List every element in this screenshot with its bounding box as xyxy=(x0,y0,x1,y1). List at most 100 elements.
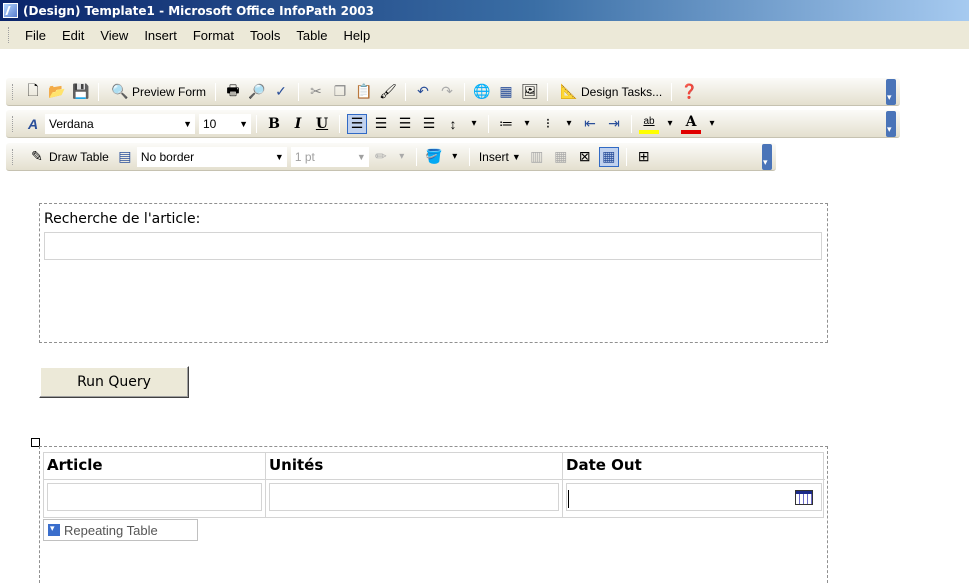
spelling-icon[interactable]: ✓ xyxy=(271,82,291,102)
toolbar-options-chevron[interactable] xyxy=(886,78,896,105)
font-size-combo[interactable]: 10 ▼ xyxy=(199,113,251,134)
column-header-unites: Unités xyxy=(266,453,563,480)
design-tasks-button[interactable]: 📐 Design Tasks... xyxy=(553,80,666,104)
text-caret xyxy=(568,490,569,508)
draw-table-button[interactable]: ✎ Draw Table xyxy=(21,145,113,169)
insert-table-icon[interactable]: ▦ xyxy=(496,82,516,102)
chevron-down-icon[interactable]: ▾ xyxy=(448,147,462,167)
delete-table-icon[interactable]: ⊠ xyxy=(575,147,595,167)
chevron-down-icon[interactable]: ▾ xyxy=(520,114,534,134)
article-input[interactable] xyxy=(47,483,262,511)
print-preview-icon[interactable]: 🔎 xyxy=(247,82,267,102)
toolbar-grip[interactable] xyxy=(12,83,15,100)
underline-button[interactable]: U xyxy=(312,114,332,134)
font-color-icon[interactable]: A xyxy=(681,114,701,134)
toolbar-options-chevron[interactable] xyxy=(762,143,772,170)
chevron-down-icon[interactable]: ▾ xyxy=(663,114,677,134)
bold-button[interactable]: B xyxy=(264,114,284,134)
repeating-table-label: Repeating Table xyxy=(64,522,158,538)
copy-icon[interactable]: ❐ xyxy=(330,82,350,102)
menu-edit[interactable]: Edit xyxy=(54,26,92,45)
cut-icon[interactable]: ✂ xyxy=(306,82,326,102)
separator xyxy=(405,82,407,101)
separator xyxy=(215,82,217,101)
new-icon[interactable]: 🗋 xyxy=(23,82,43,102)
shading-color-icon[interactable]: 🪣 xyxy=(424,147,444,167)
table-properties-icon[interactable]: ⊞ xyxy=(634,147,654,167)
repeating-table[interactable]: Article Unités Date Out xyxy=(43,452,825,518)
numbering-icon[interactable]: ≔ xyxy=(496,114,516,134)
border-width-combo[interactable]: 1 pt ▼ xyxy=(290,146,369,167)
border-style-icon: ▤ xyxy=(118,148,132,164)
separator xyxy=(631,114,632,133)
design-tasks-icon: 📐 xyxy=(560,83,578,99)
menu-insert[interactable]: Insert xyxy=(136,26,185,45)
redo-icon[interactable]: ↷ xyxy=(437,82,457,102)
title-bar: (Design) Template1 - Microsoft Office In… xyxy=(0,0,969,21)
search-section[interactable]: Recherche de l'article: xyxy=(39,203,828,343)
menu-file[interactable]: File xyxy=(17,26,54,45)
format-painter-icon[interactable]: 🖌 xyxy=(378,82,398,102)
insert-menu-button[interactable]: Insert ▼ xyxy=(475,148,525,166)
italic-button[interactable]: I xyxy=(288,114,308,134)
decrease-indent-icon[interactable]: ⇤ xyxy=(580,114,600,134)
unites-input[interactable] xyxy=(269,483,559,511)
font-style-icon[interactable]: A xyxy=(23,114,43,134)
chevron-down-icon[interactable]: ▾ xyxy=(705,114,719,134)
paste-icon[interactable]: 📋 xyxy=(354,82,374,102)
print-icon[interactable]: 🖶 xyxy=(223,82,243,102)
column-header-article: Article xyxy=(44,453,266,480)
border-style-combo[interactable]: No border ▼ xyxy=(136,146,287,167)
date-out-input[interactable] xyxy=(566,483,822,511)
chevron-down-icon[interactable]: ▾ xyxy=(467,114,481,134)
menu-help[interactable]: Help xyxy=(335,26,378,45)
search-input[interactable] xyxy=(44,232,822,260)
increase-indent-icon[interactable]: ⇥ xyxy=(604,114,624,134)
line-spacing-icon[interactable]: ↕ xyxy=(443,114,463,134)
separator xyxy=(298,82,300,101)
border-style-value: No border xyxy=(140,149,195,164)
justify-icon[interactable]: ☰ xyxy=(419,114,439,134)
menu-format[interactable]: Format xyxy=(185,26,242,45)
menu-table[interactable]: Table xyxy=(288,26,335,45)
repeating-table-tag[interactable]: Repeating Table xyxy=(43,519,198,541)
separator xyxy=(625,147,627,166)
align-center-icon[interactable]: ☰ xyxy=(371,114,391,134)
border-color-icon[interactable]: ✏ xyxy=(371,147,391,167)
toolbar-grip[interactable] xyxy=(12,115,15,132)
toolbar-options-chevron[interactable] xyxy=(886,110,896,137)
dropdown-tag-icon[interactable] xyxy=(48,523,60,536)
split-cells-icon[interactable]: ▦ xyxy=(551,147,571,167)
open-folder-icon[interactable]: 📂 xyxy=(47,82,67,102)
menu-view[interactable]: View xyxy=(92,26,136,45)
separator xyxy=(468,147,470,166)
chevron-down-icon[interactable]: ▾ xyxy=(395,147,409,167)
calendar-icon[interactable] xyxy=(795,490,813,505)
bullets-icon[interactable]: ⁝ xyxy=(538,114,558,134)
toolbar-grip[interactable] xyxy=(12,148,15,165)
undo-icon[interactable]: ↶ xyxy=(413,82,433,102)
merge-cells-icon[interactable]: ▥ xyxy=(527,147,547,167)
preview-form-button[interactable]: 🔍 Preview Form xyxy=(104,80,210,104)
formatting-toolbar: A Verdana ▼ 10 ▼ B I U ☰ ☰ ☰ ☰ ↕ ▾ ≔ ▾ ⁝… xyxy=(6,110,900,138)
show-gridlines-icon[interactable]: ▦ xyxy=(598,146,619,167)
repeating-table-section[interactable]: Article Unités Date Out Repeating Table xyxy=(39,446,828,583)
separator xyxy=(671,82,673,101)
menu-tools[interactable]: Tools xyxy=(242,26,288,45)
separator xyxy=(98,82,99,101)
highlight-icon[interactable]: ab xyxy=(639,114,659,134)
insert-picture-icon[interactable]: 🖼 xyxy=(520,82,540,102)
align-left-icon[interactable]: ☰ xyxy=(347,113,367,134)
align-right-icon[interactable]: ☰ xyxy=(395,114,415,134)
font-name-combo[interactable]: Verdana ▼ xyxy=(45,113,195,134)
chevron-down-icon: ▼ xyxy=(511,151,521,162)
help-icon[interactable]: ❓ xyxy=(679,82,699,102)
run-query-button[interactable]: Run Query xyxy=(39,366,189,398)
menu-bar: File Edit View Insert Format Tools Table… xyxy=(0,21,969,49)
menubar-grip[interactable] xyxy=(8,27,11,43)
chevron-down-icon[interactable]: ▾ xyxy=(562,114,576,134)
preview-form-label: Preview Form xyxy=(132,84,207,99)
save-icon[interactable]: 💾 xyxy=(71,82,91,102)
column-header-date-out: Date Out xyxy=(563,453,825,480)
hyperlink-icon[interactable]: 🌐 xyxy=(472,82,492,102)
